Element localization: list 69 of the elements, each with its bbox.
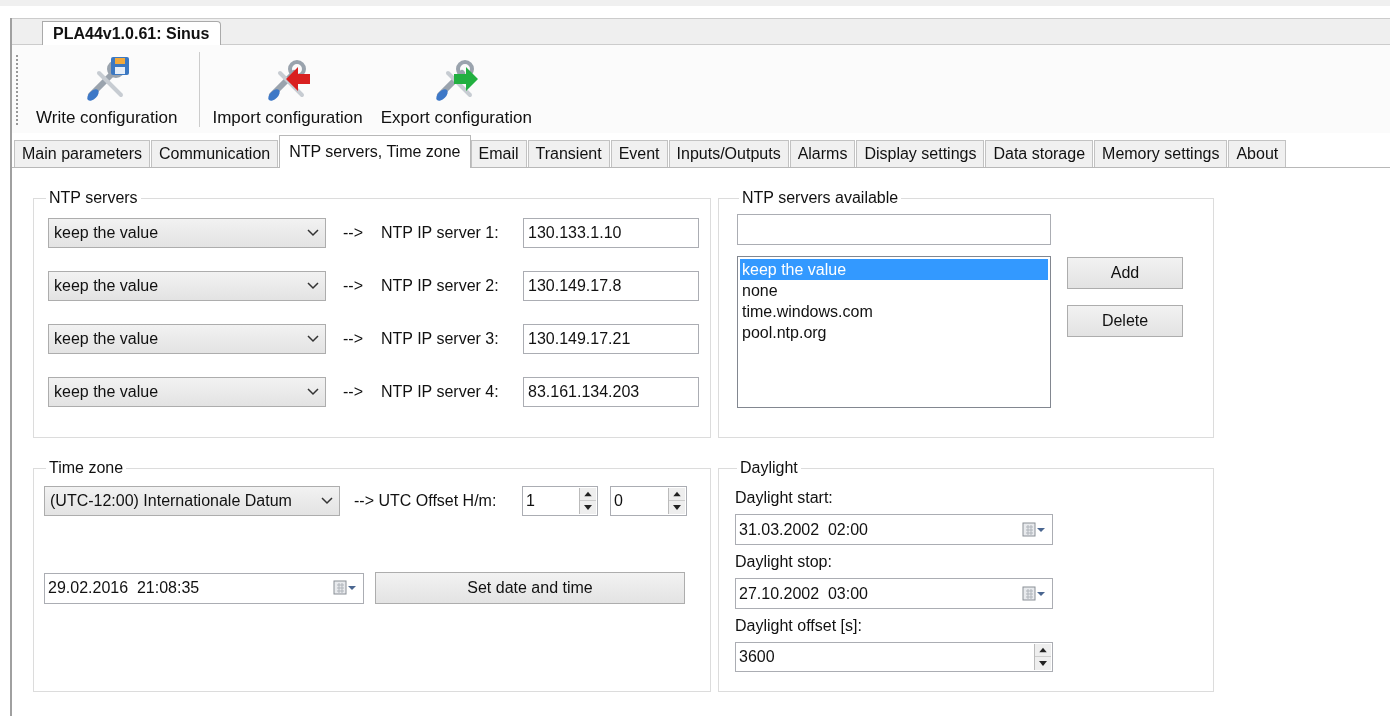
- toolbar-button[interactable]: Export configuration: [376, 54, 536, 133]
- list-item[interactable]: time.windows.com: [740, 301, 1048, 322]
- dropdown[interactable]: (UTC-12:00) Internationale Datum: [44, 486, 340, 516]
- set-date-time-button[interactable]: Set date and time: [375, 572, 685, 604]
- spin-box[interactable]: 0: [610, 486, 687, 516]
- group-title: Daylight: [739, 458, 799, 478]
- dropdown[interactable]: keep the value: [48, 271, 326, 301]
- tab[interactable]: About: [1228, 140, 1287, 167]
- list-button[interactable]: Delete: [1067, 305, 1183, 337]
- server-label: NTP IP server 1:: [381, 223, 500, 243]
- spin-up-icon[interactable]: [1035, 644, 1051, 657]
- calendar-dropdown-icon[interactable]: [1022, 521, 1046, 538]
- tab[interactable]: Event: [610, 140, 668, 167]
- server-label: NTP IP server 4:: [381, 382, 500, 402]
- calendar-dropdown-icon[interactable]: [333, 580, 357, 596]
- tab[interactable]: Main parameters: [14, 140, 151, 167]
- ip-field[interactable]: 130.133.1.10: [523, 218, 699, 248]
- arrow-text: -->: [343, 223, 364, 243]
- arrow-text: -->: [343, 329, 364, 349]
- spin-up-icon[interactable]: [580, 488, 596, 501]
- group-title: NTP servers available: [741, 188, 900, 208]
- list-button[interactable]: Add: [1067, 257, 1183, 289]
- tab[interactable]: Display settings: [856, 140, 985, 167]
- offset-label: --> UTC Offset H/m:: [354, 491, 498, 511]
- group-title: NTP servers: [48, 188, 139, 208]
- ip-field[interactable]: 83.161.134.203: [523, 377, 699, 407]
- chevron-down-icon: [307, 335, 319, 343]
- field-label: Daylight stop:: [735, 552, 833, 572]
- tab[interactable]: Communication: [151, 140, 279, 167]
- list-item[interactable]: none: [740, 280, 1048, 301]
- chevron-down-icon: [307, 229, 319, 237]
- server-label: NTP IP server 2:: [381, 276, 500, 296]
- ip-field[interactable]: 130.149.17.8: [523, 271, 699, 301]
- toolbar-button[interactable]: Write configuration: [32, 54, 182, 133]
- spin-box[interactable]: 3600: [735, 642, 1053, 672]
- arrow-text: -->: [343, 382, 364, 402]
- dropdown[interactable]: keep the value: [48, 377, 326, 407]
- tab[interactable]: Memory settings: [1094, 140, 1228, 167]
- date-picker[interactable]: 31.03.2002 02:00: [735, 514, 1053, 545]
- dropdown[interactable]: keep the value: [48, 324, 326, 354]
- spin-up-icon[interactable]: [669, 488, 685, 501]
- tab[interactable]: Alarms: [789, 140, 856, 167]
- spin-down-icon[interactable]: [1035, 657, 1051, 670]
- tab[interactable]: Inputs/Outputs: [668, 140, 789, 167]
- date-picker[interactable]: 29.02.2016 21:08:35: [44, 572, 364, 604]
- tab[interactable]: Data storage: [985, 140, 1094, 167]
- chevron-down-icon: [307, 388, 319, 396]
- field-label: Daylight start:: [735, 488, 834, 508]
- server-label: NTP IP server 3:: [381, 329, 500, 349]
- chevron-down-icon: [307, 282, 319, 290]
- tab[interactable]: Transient: [527, 140, 610, 167]
- tab[interactable]: NTP servers, Time zone: [279, 135, 471, 168]
- calendar-dropdown-icon[interactable]: [1022, 585, 1046, 602]
- chevron-down-icon: [321, 497, 333, 505]
- server-list[interactable]: keep the value none time.windows.com pool.ntp.org: [737, 256, 1051, 408]
- dropdown[interactable]: keep the value: [48, 218, 326, 248]
- date-picker[interactable]: 27.10.2002 03:00: [735, 578, 1053, 609]
- server-name-field[interactable]: [737, 214, 1051, 245]
- ip-field[interactable]: 130.149.17.21: [523, 324, 699, 354]
- spin-box[interactable]: 1: [522, 486, 598, 516]
- field-label: Daylight offset [s]:: [735, 616, 863, 636]
- spin-down-icon[interactable]: [580, 501, 596, 514]
- arrow-text: -->: [343, 276, 364, 296]
- toolbar-button[interactable]: Import configuration: [208, 54, 367, 133]
- document-tab[interactable]: PLA44v1.0.61: Sinus: [42, 21, 221, 45]
- list-item[interactable]: pool.ntp.org: [740, 322, 1048, 343]
- group-title: Time zone: [48, 458, 125, 478]
- spin-down-icon[interactable]: [669, 501, 685, 514]
- tab[interactable]: Email: [470, 140, 527, 167]
